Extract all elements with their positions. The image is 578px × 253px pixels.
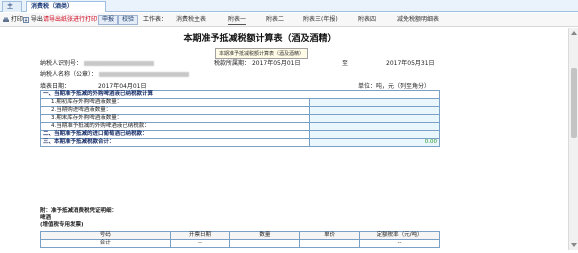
table-row: 1.期初库存外购啤酒液数量： [40, 98, 440, 107]
scroll-down-icon[interactable] [571, 243, 577, 247]
row-value-input[interactable] [309, 122, 440, 131]
sheet-appendix-1[interactable]: 附表一 [228, 15, 247, 25]
check-button[interactable]: 校验 [118, 15, 139, 25]
col-quantity: 数量 [229, 231, 301, 240]
fill-date-row: 填表日期： 2017年04月01日 [40, 81, 146, 90]
form-frame: 本期准予抵减税额计算表（酒及酒精） 本期准予抵减税额计算表（酒及酒精） 纳税人识… [0, 28, 568, 250]
sheet-appendix-2[interactable]: 附表二 [266, 15, 284, 25]
total-deduction-value: 0.00 [309, 138, 440, 147]
appendix-invoice-type: (增值税专用发票) [40, 222, 84, 228]
worksheet-label: 工作表： [143, 16, 168, 23]
fill-date-value: 2017年04月01日 [97, 83, 147, 90]
voucher-header-row: 号码 开票日期 数量 单价 定额税率（元/吨） [40, 231, 440, 240]
period-start: 2017年05月01日 [251, 60, 301, 67]
print-notice[interactable]: 请导出纸张进行打印 [43, 15, 97, 25]
print-button[interactable]: 打印 [3, 15, 23, 25]
taxpayer-name-value [98, 72, 189, 77]
period-end: 2017年05月31日 [386, 60, 435, 67]
table-row: 2.当期购进啤酒液数量： [40, 106, 440, 115]
row-value-input[interactable] [309, 114, 440, 123]
unit-label: 单位：吨，元（列至角分） [358, 83, 431, 90]
submit-button[interactable]: 申报 [98, 15, 119, 25]
table-row: 二、当期准予抵减的进口葡萄酒已纳税款： [40, 130, 440, 139]
taxpayer-name-label: 纳税人名称（公章）： [40, 71, 98, 78]
col-issue-date: 开票日期 [169, 231, 231, 240]
col-number: 号码 [40, 231, 171, 240]
vertical-scrollbar[interactable] [568, 28, 578, 250]
appendix-title: 附：准予抵减消费税凭证明细： [40, 208, 118, 214]
row-label: 三、本期准予抵减税款合计： [40, 138, 310, 147]
taxpayer-name-row: 纳税人名称（公章）： [40, 69, 189, 78]
row-label: 3.期末库存外购啤酒液数量： [40, 114, 310, 123]
voucher-table: 号码 开票日期 数量 单价 定额税率（元/吨） 合计 -- -- [40, 231, 440, 248]
row-label: 2.当期购进啤酒液数量： [40, 106, 310, 115]
total-date: -- [169, 239, 231, 248]
period-label: 税款所属期： [214, 60, 251, 67]
total-rate: -- [359, 239, 440, 248]
scroll-up-icon[interactable] [571, 31, 577, 35]
sheet-exemption-detail[interactable]: 减免税额明细表 [397, 15, 439, 25]
scroll-thumb[interactable] [571, 68, 577, 138]
row-label: 二、当期准予抵减的进口葡萄酒已纳税款： [40, 130, 310, 139]
sheet-main[interactable]: 消费税主表 [176, 15, 206, 25]
table-row: 一、当期准予抵减的外购啤酒液已纳税款计算 [40, 90, 440, 99]
export-button[interactable]: 导出 [23, 15, 43, 25]
table-row: 3.期末库存外购啤酒液数量： [40, 114, 440, 123]
appendix-heading: 附：准予抵减消费税凭证明细： 啤酒 (增值税专用发票) [40, 208, 117, 229]
total-label: 合计 [40, 239, 171, 248]
col-fixed-rate: 定额税率（元/吨） [359, 231, 440, 240]
toolbar: 打印 导出 请导出纸张进行打印 申报 校验 工作表： 消费税主表 附表一 附表二… [0, 13, 578, 27]
taxpayer-id-label: 纳税人识别号： [40, 60, 83, 67]
total-quantity [229, 239, 301, 248]
printer-icon [3, 17, 9, 22]
form-title: 本期准予抵减税额计算表（酒及酒精） [183, 34, 337, 44]
row-value-input[interactable] [309, 106, 440, 115]
row-label: 4.当期准予抵减的外购啤酒液已纳税款： [40, 122, 310, 131]
sheet-appendix-4[interactable]: 附表四 [358, 15, 376, 25]
row-value-input[interactable] [309, 130, 440, 139]
export-icon [23, 16, 29, 23]
export-label: 导出 [30, 16, 43, 23]
period-to: 至 [342, 60, 349, 67]
deduction-table: 一、当期准予抵减的外购啤酒液已纳税款计算 1.期初库存外购啤酒液数量： 2.当期… [40, 90, 440, 147]
tab-home[interactable]: 主页 [2, 1, 22, 20]
table-row: 4.当期准予抵减的外购啤酒液已纳税款： [40, 122, 440, 131]
fill-date-label: 填表日期： [40, 83, 71, 90]
table-row: 三、本期准予抵减税款合计： 0.00 [40, 138, 440, 147]
period-row: 税款所属期： 2017年05月01日 [214, 58, 300, 67]
col-unit-price: 单价 [299, 231, 361, 240]
tab-strip: 主页 消费税（酒类）_ZPSS003× [0, 0, 578, 20]
tab-consumption-tax-alcohol[interactable]: 消费税（酒类）_ZPSS003× [26, 1, 106, 20]
row-label: 1.期初库存外购啤酒液数量： [40, 98, 310, 107]
total-unit-price [299, 239, 361, 248]
appendix-category: 啤酒 [40, 215, 52, 221]
print-label: 打印 [10, 16, 23, 23]
sheet-appendix-3[interactable]: 附表三(年报) [303, 15, 338, 25]
taxpayer-id-row: 纳税人识别号： [40, 58, 154, 67]
row-value-input[interactable] [309, 98, 440, 107]
taxpayer-id-value [83, 61, 154, 66]
voucher-total-row: 合计 -- -- [40, 239, 440, 248]
row-label: 一、当期准予抵减的外购啤酒液已纳税款计算 [40, 90, 440, 99]
